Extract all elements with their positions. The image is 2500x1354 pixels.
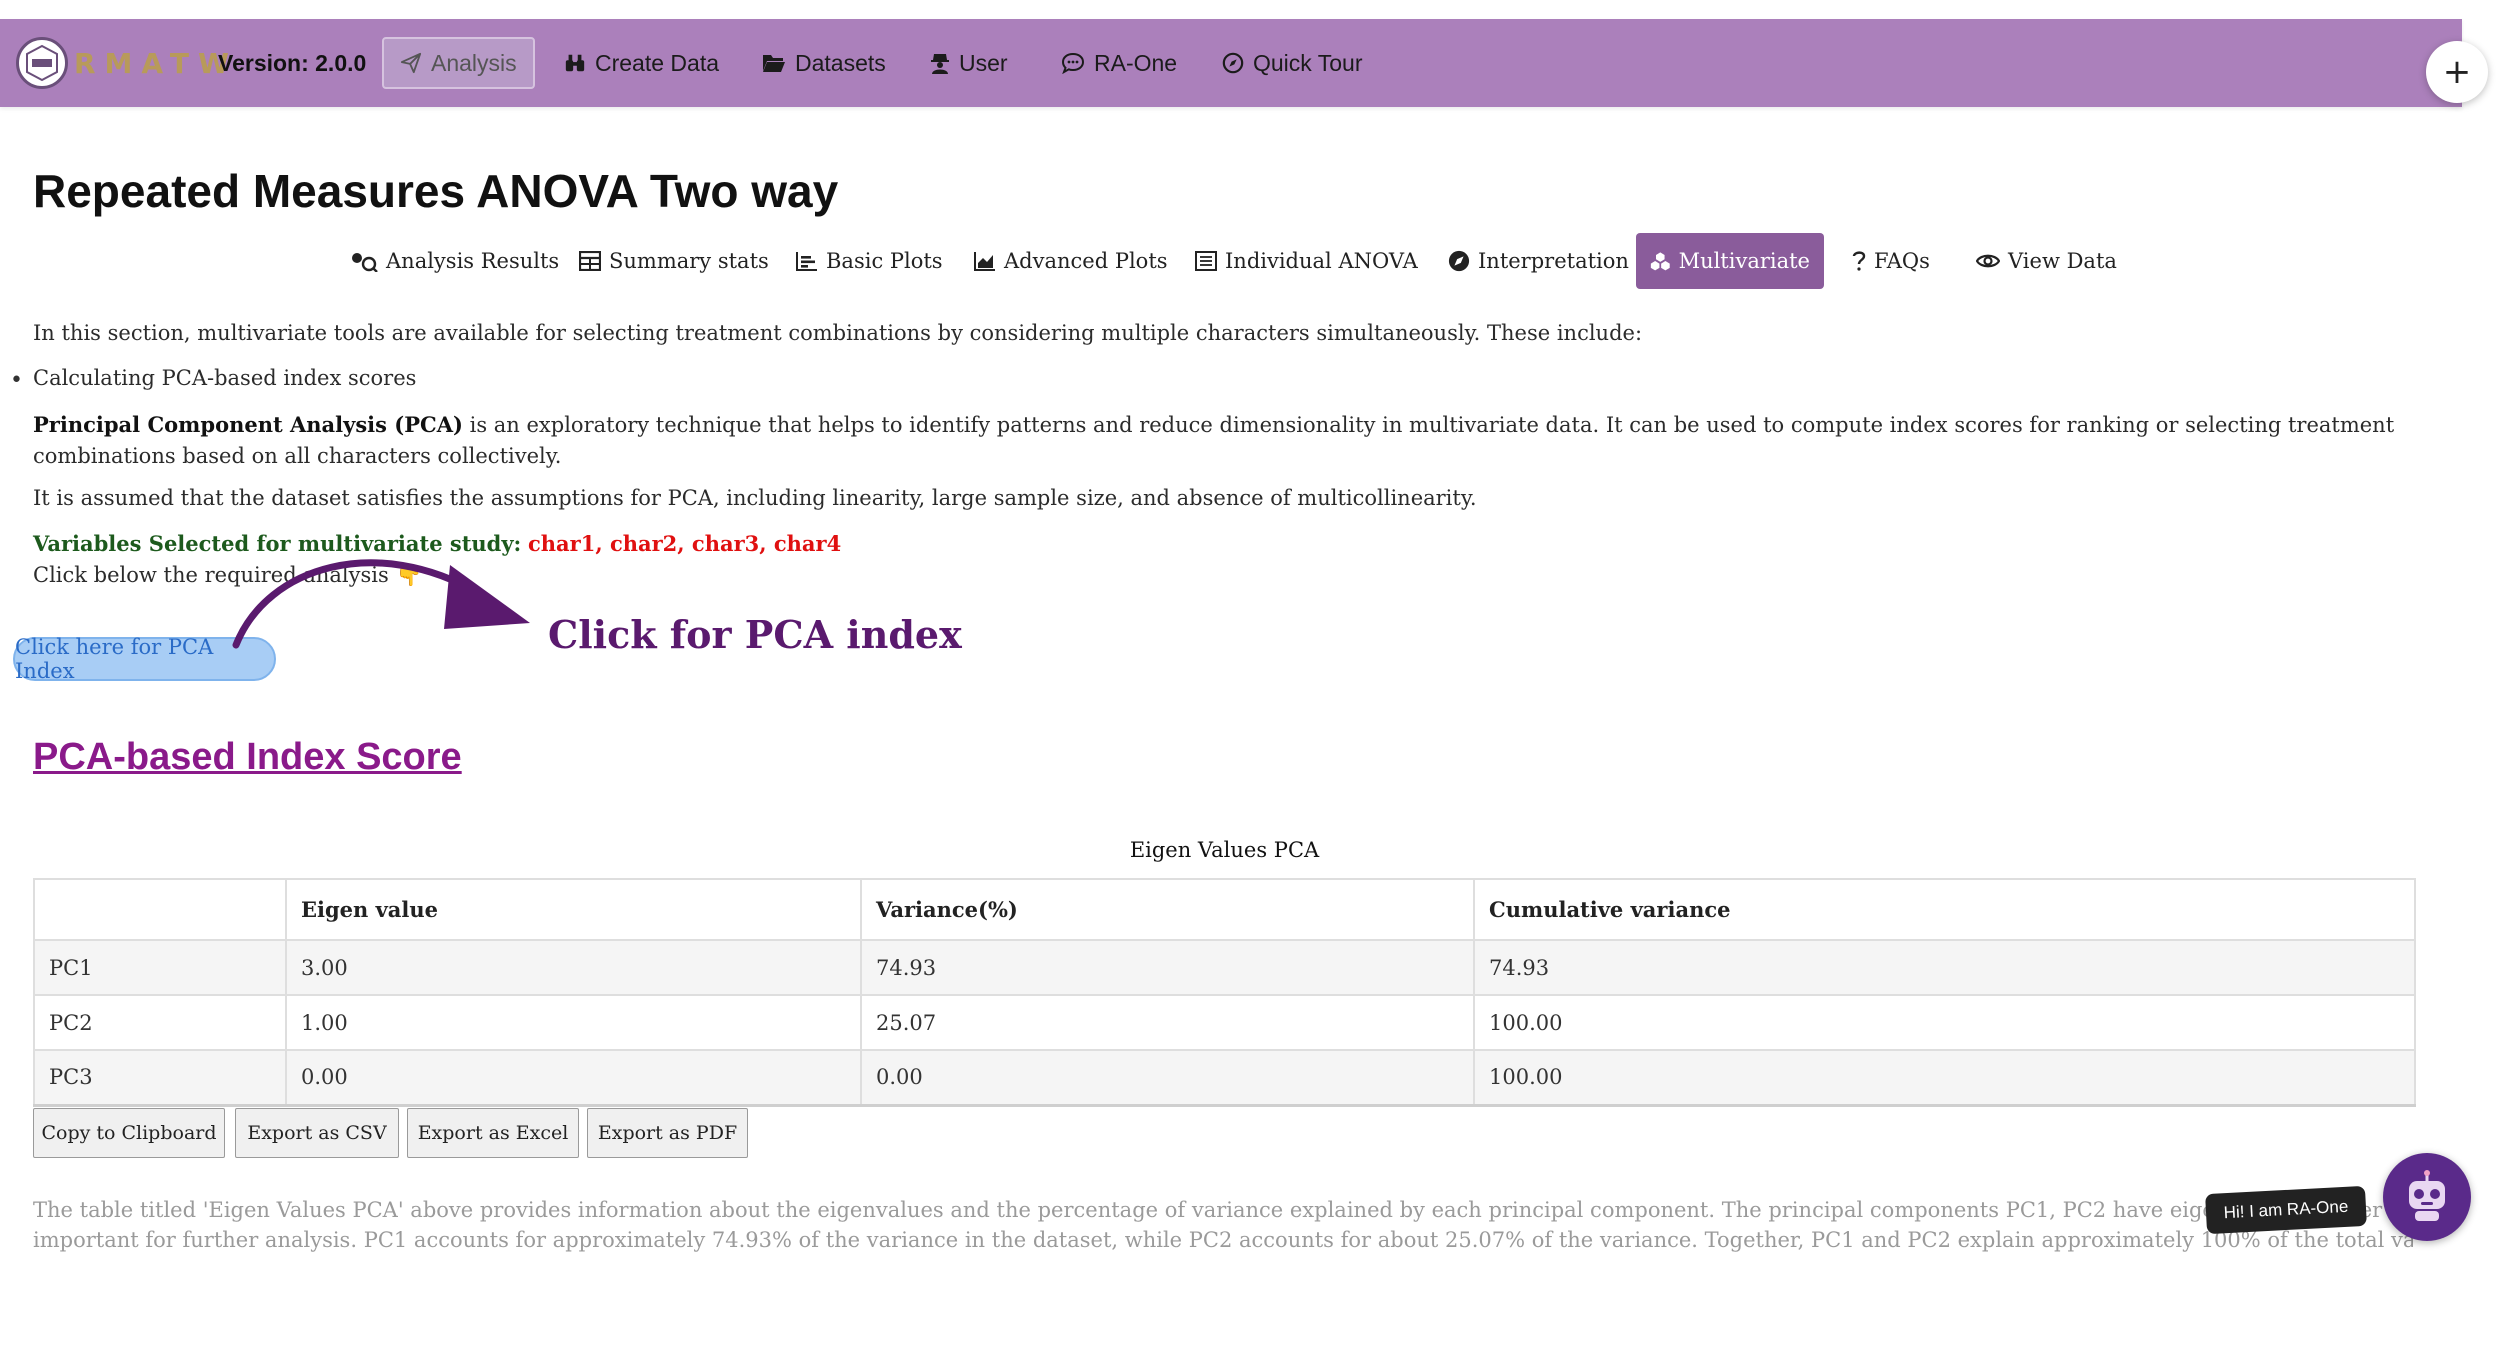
table-header[interactable]: Eigen value [285, 878, 862, 941]
eigen-values-table: Eigen value Variance(%) Cumulative varia… [33, 878, 2416, 1107]
compass-icon [1222, 52, 1244, 74]
table-cell: 0.00 [285, 1049, 862, 1107]
bullet-item: Calculating PCA-based index scores [33, 366, 417, 390]
table-cell: PC3 [33, 1049, 287, 1107]
export-excel-button[interactable]: Export as Excel [407, 1108, 579, 1158]
nav-ra-one[interactable]: RA-One [1045, 37, 1193, 89]
annotation-arrow [232, 559, 530, 649]
tab-individual-anova-label: Individual ANOVA [1225, 249, 1418, 273]
table-row: PC3 0.00 0.00 100.00 [33, 1049, 2416, 1107]
summary-line-2: important for further analysis. PC1 acco… [33, 1228, 2413, 1252]
nav-datasets-label: Datasets [795, 49, 886, 76]
comment-dots-icon [1061, 52, 1085, 74]
cubes-icon [1650, 252, 1670, 271]
variables-values: char1, char2, char3, char4 [528, 531, 842, 556]
table-cell: 3.00 [285, 939, 862, 996]
table-header[interactable]: Variance(%) [860, 878, 1475, 941]
nav-datasets[interactable]: Datasets [746, 37, 902, 89]
table-row: PC1 3.00 74.93 74.93 [33, 939, 2416, 996]
nav-analysis[interactable]: Analysis [382, 37, 535, 89]
binoculars-icon [565, 54, 585, 72]
table-cell: 74.93 [860, 939, 1475, 996]
table-cell: 0.00 [860, 1049, 1475, 1107]
table-caption: Eigen Values PCA [1129, 838, 1320, 862]
tab-advanced-plots-label: Advanced Plots [1004, 249, 1168, 273]
pca-description: Principal Component Analysis (PCA) is an… [33, 409, 2413, 472]
table-row: PC2 1.00 25.07 100.00 [33, 994, 2416, 1051]
table-cell: 25.07 [860, 994, 1475, 1051]
tab-interpretation[interactable]: Interpretation [1434, 233, 1643, 289]
pca-term: Principal Component Analysis (PCA) [33, 412, 463, 437]
area-chart-icon [974, 252, 995, 271]
nav-ra-one-label: RA-One [1094, 49, 1178, 76]
nav-create-data-label: Create Data [595, 49, 720, 76]
table-cell: PC1 [33, 939, 287, 996]
bullet-marker: • [10, 368, 23, 393]
assumption-text: It is assumed that the dataset satisfies… [33, 486, 1477, 510]
table-cell: 100.00 [1473, 994, 2416, 1051]
export-pdf-button[interactable]: Export as PDF [587, 1108, 748, 1158]
folder-open-icon [763, 55, 785, 72]
chatbot-avatar[interactable] [2383, 1153, 2471, 1241]
robot-icon [2409, 1170, 2445, 1221]
table-cell: 1.00 [285, 994, 862, 1051]
bar-chart-icon [796, 252, 817, 271]
tab-analysis-results[interactable]: Analysis Results [336, 233, 573, 289]
tab-basic-plots-label: Basic Plots [826, 249, 943, 273]
nav-quick-tour[interactable]: Quick Tour [1206, 37, 1379, 89]
copy-clipboard-button[interactable]: Copy to Clipboard [33, 1108, 225, 1158]
table-header[interactable] [33, 878, 287, 941]
top-navbar: RMATW Version: 2.0.0 Analysis Create Dat… [0, 19, 2462, 107]
nav-quick-tour-label: Quick Tour [1253, 49, 1363, 76]
tab-interpretation-label: Interpretation [1478, 249, 1629, 273]
version-label: Version: 2.0.0 [218, 50, 367, 76]
table-cell: 100.00 [1473, 1049, 2416, 1107]
tab-faqs[interactable]: FAQs [1838, 233, 1944, 289]
tab-individual-anova[interactable]: Individual ANOVA [1181, 233, 1432, 289]
add-button[interactable]: + [2426, 41, 2488, 103]
table-header[interactable]: Cumulative variance [1473, 878, 2416, 941]
app-logo[interactable] [16, 37, 68, 89]
table-icon [579, 251, 601, 271]
question-icon [1852, 251, 1866, 271]
table-cell: 74.93 [1473, 939, 2416, 996]
intro-text: In this section, multivariate tools are … [33, 321, 1643, 345]
analysis-results-icon [352, 253, 378, 272]
page-title: Repeated Measures ANOVA Two way [33, 165, 839, 217]
export-csv-button[interactable]: Export as CSV [235, 1108, 399, 1158]
table-cell: PC2 [33, 994, 287, 1051]
logo-text: RMATW [74, 47, 238, 80]
tab-analysis-results-label: Analysis Results [386, 249, 560, 273]
tab-summary-stats[interactable]: Summary stats [565, 233, 783, 289]
nav-create-data[interactable]: Create Data [548, 37, 735, 89]
summary-line-1: The table titled 'Eigen Values PCA' abov… [33, 1198, 2413, 1222]
tab-advanced-plots[interactable]: Advanced Plots [960, 233, 1182, 289]
eye-icon [1976, 254, 2000, 268]
list-alt-icon [1195, 251, 1217, 271]
nav-user-label: User [959, 49, 1008, 76]
tab-view-data[interactable]: View Data [1962, 233, 2131, 289]
tab-summary-stats-label: Summary stats [609, 249, 769, 273]
pca-section-heading: PCA-based Index Score [33, 736, 462, 778]
pca-annotation-label: Click for PCA index [548, 612, 962, 657]
nav-analysis-label: Analysis [431, 49, 517, 76]
tab-multivariate[interactable]: Multivariate [1636, 233, 1824, 289]
tab-basic-plots[interactable]: Basic Plots [782, 233, 957, 289]
compass-icon [1448, 250, 1470, 272]
chat-greeting-bubble[interactable]: Hi! I am RA-One [2205, 1185, 2367, 1235]
nav-user[interactable]: User [914, 37, 1024, 89]
pca-summary-text: The table titled 'Eigen Values PCA' abov… [33, 1195, 2413, 1255]
user-secret-icon [931, 54, 949, 74]
table-header-row: Eigen value Variance(%) Cumulative varia… [33, 878, 2416, 941]
tab-faqs-label: FAQs [1874, 249, 1930, 273]
tab-multivariate-label: Multivariate [1678, 249, 1810, 273]
tab-view-data-label: View Data [2008, 249, 2117, 273]
paper-plane-icon [400, 52, 422, 74]
